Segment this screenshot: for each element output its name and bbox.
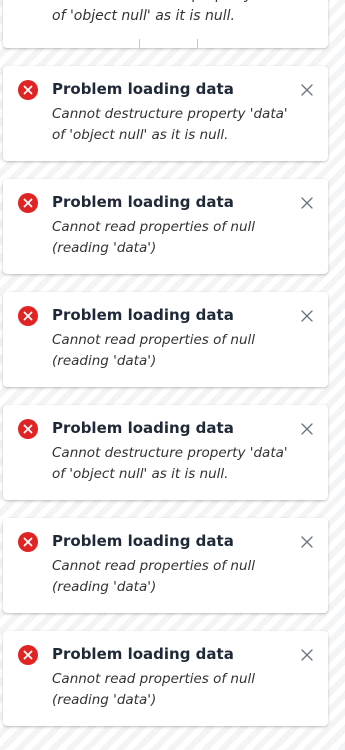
toast-error: Problem loading data Cannot destructure … bbox=[3, 405, 328, 500]
close-x-icon bbox=[301, 536, 313, 548]
close-x-icon bbox=[301, 649, 313, 661]
error-x-circle-icon bbox=[18, 645, 38, 665]
close-button[interactable] bbox=[300, 422, 314, 436]
close-x-icon bbox=[301, 197, 313, 209]
close-button[interactable] bbox=[300, 648, 314, 662]
close-x-icon bbox=[301, 84, 313, 96]
close-button[interactable] bbox=[300, 535, 314, 549]
toast-message: Cannot destructure property 'data' of 'o… bbox=[52, 106, 288, 143]
toast-title: Problem loading data bbox=[52, 193, 234, 211]
toast-message: Cannot destructure property 'data' of 'o… bbox=[52, 0, 296, 24]
toast-error: Problem loading data Cannot destructure … bbox=[3, 66, 328, 161]
toast-error: Problem loading data Cannot read propert… bbox=[3, 631, 328, 726]
error-x-circle-icon bbox=[18, 419, 38, 439]
error-x-circle-icon bbox=[18, 532, 38, 552]
close-button[interactable] bbox=[300, 83, 314, 97]
toast-title: Problem loading data bbox=[52, 306, 234, 324]
toast-title: Problem loading data bbox=[52, 645, 234, 663]
toast-action-outline bbox=[139, 39, 198, 48]
toast-error: Problem loading data Cannot read propert… bbox=[3, 292, 328, 387]
close-button[interactable] bbox=[300, 309, 314, 323]
toast-message: Cannot read properties of null (reading … bbox=[52, 558, 256, 595]
close-x-icon bbox=[301, 310, 313, 322]
close-x-icon bbox=[301, 423, 313, 435]
toast-title: Problem loading data bbox=[52, 532, 234, 550]
toast-message: Cannot read properties of null (reading … bbox=[52, 219, 256, 256]
toast-title: Problem loading data bbox=[52, 419, 234, 437]
toast-message: Cannot read properties of null (reading … bbox=[52, 671, 256, 708]
error-x-circle-icon bbox=[18, 193, 38, 213]
toast-message: Cannot read properties of null (reading … bbox=[52, 332, 256, 369]
toast-message: Cannot destructure property 'data' of 'o… bbox=[52, 445, 288, 482]
toast-error: Problem loading data Cannot read propert… bbox=[3, 518, 328, 613]
error-x-circle-icon bbox=[18, 306, 38, 326]
close-button[interactable] bbox=[300, 196, 314, 210]
toast-error: Problem loading data Cannot read propert… bbox=[3, 179, 328, 274]
toast-partial: Cannot destructure property 'data' of 'o… bbox=[3, 0, 328, 48]
toast-title: Problem loading data bbox=[52, 80, 234, 98]
error-x-circle-icon bbox=[18, 80, 38, 100]
